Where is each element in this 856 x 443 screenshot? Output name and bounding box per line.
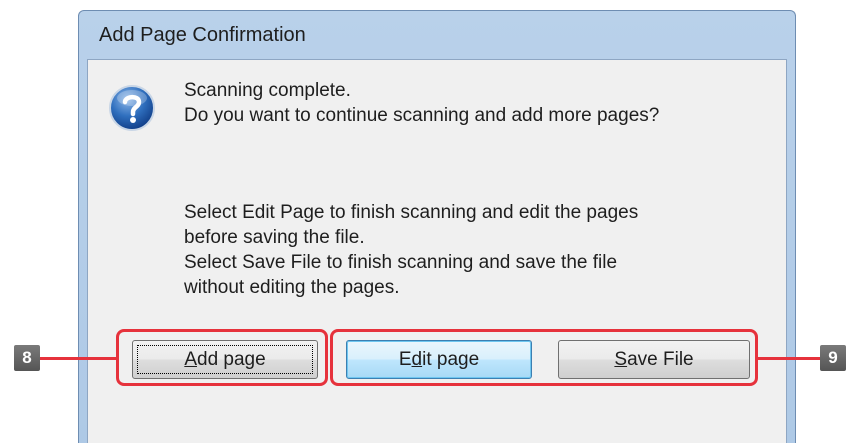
instruction-line-3: Select Save File to finish scanning and … [184, 252, 618, 273]
dialog-client-area: Scanning complete. Do you want to contin… [87, 59, 787, 443]
add-page-confirmation-dialog: Add Page Confirmation Scanning complete. [78, 10, 796, 443]
edit-page-button-label: Edit page [398, 348, 480, 370]
instruction-line-1: Select Edit Page to finish scanning and … [184, 202, 639, 223]
question-icon [109, 85, 155, 131]
edit-page-button[interactable]: Edit page [346, 340, 532, 379]
dialog-instructions: Select Edit Page to finish scanning and … [184, 200, 638, 300]
instruction-line-2: before saving the file. [184, 227, 365, 248]
instruction-line-4: without editing the pages. [184, 277, 400, 298]
dialog-title: Add Page Confirmation [99, 23, 306, 46]
save-file-button-label: Save File [614, 348, 694, 370]
message-line-2: Do you want to continue scanning and add… [184, 105, 660, 126]
dialog-titlebar: Add Page Confirmation [87, 11, 787, 59]
add-page-button[interactable]: Add page [132, 340, 318, 379]
callout-badge-8: 8 [14, 345, 40, 371]
callout-badge-9: 9 [820, 345, 846, 371]
message-line-1: Scanning complete. [184, 80, 351, 101]
callout-leader-line-8 [40, 357, 116, 360]
screenshot-stage: Add Page Confirmation Scanning complete. [0, 0, 856, 443]
dialog-message: Scanning complete. Do you want to contin… [184, 78, 659, 128]
add-page-button-label: Add page [184, 348, 266, 370]
save-file-button[interactable]: Save File [558, 340, 750, 379]
callout-leader-line-9 [758, 357, 820, 360]
